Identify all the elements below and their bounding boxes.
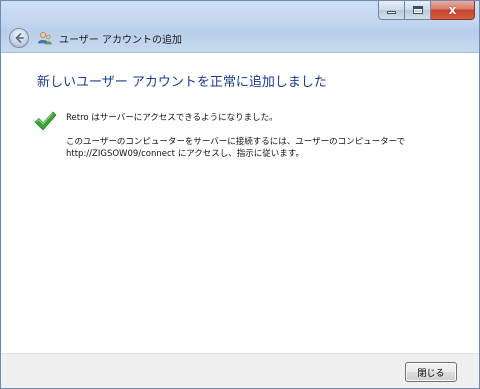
nav-row: ユーザー アカウントの追加 — [9, 27, 182, 49]
instruction-line-1: このユーザーのコンピューターをサーバーに接続するには、ユーザーのコンピューターで — [66, 137, 406, 147]
window-title: ユーザー アカウントの追加 — [59, 34, 182, 46]
back-arrow-icon — [15, 33, 24, 43]
back-button[interactable] — [9, 28, 29, 48]
wizard-window: x ユーザー アカウントの追加 新しいユーザー アカウントを正常に追加しました — [0, 0, 480, 389]
page-heading: 新しいユーザー アカウントを正常に追加しました — [37, 75, 327, 90]
close-button[interactable]: 閉じる — [405, 362, 457, 382]
caption-buttons: x — [378, 1, 475, 20]
close-icon: x — [448, 3, 457, 17]
footer-bar: 閉じる — [1, 353, 479, 388]
minimize-icon — [387, 11, 396, 14]
status-message: Retro はサーバーにアクセスできるようになりました。 — [66, 113, 278, 123]
content-area: 新しいユーザー アカウントを正常に追加しました Retro はサーバーにアクセス… — [1, 54, 479, 354]
title-bar: x ユーザー アカウントの追加 — [1, 1, 479, 53]
close-window-button[interactable]: x — [431, 1, 475, 20]
instruction-line-2: http://ZIGSOW09/connect にアクセスし、指示に従います。 — [66, 149, 304, 159]
maximize-icon — [412, 6, 423, 14]
maximize-button[interactable] — [405, 1, 431, 20]
minimize-button[interactable] — [378, 1, 405, 20]
users-icon — [38, 32, 52, 45]
check-icon — [34, 111, 57, 131]
